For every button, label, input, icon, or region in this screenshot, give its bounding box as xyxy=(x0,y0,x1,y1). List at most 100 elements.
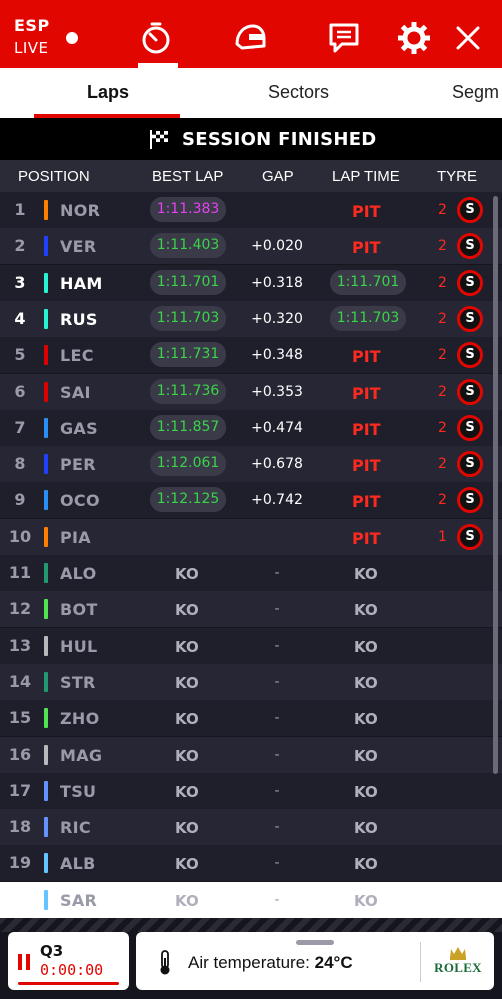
best-lap-ko: KO xyxy=(175,565,199,583)
session-name: Q3 xyxy=(40,942,64,960)
air-temperature: Air temperature: 24°C xyxy=(188,953,353,973)
air-temperature-value: 24°C xyxy=(314,953,353,972)
position-number: 9 xyxy=(14,490,26,510)
pit-status: PIT xyxy=(352,419,381,439)
lap-time-ko: KO xyxy=(354,746,378,765)
driver-code: OCO xyxy=(60,491,100,511)
team-color-bar xyxy=(44,889,48,910)
tyre-laps: 2 xyxy=(438,310,447,327)
helmet-icon[interactable] xyxy=(232,20,268,56)
col-gap: GAP xyxy=(262,168,294,185)
table-row[interactable]: 13 HUL KO - KO xyxy=(0,627,502,664)
stopwatch-icon[interactable] xyxy=(138,20,174,56)
drag-handle[interactable] xyxy=(296,940,334,945)
soft-tyre-icon: S xyxy=(457,378,483,405)
gear-icon[interactable] xyxy=(396,20,432,56)
best-lap-ko: KO xyxy=(175,673,199,692)
gap-value: - xyxy=(274,637,280,654)
best-lap-ko: KO xyxy=(175,891,199,910)
tyre-laps: 2 xyxy=(438,347,447,364)
table-row[interactable]: 2 VER 1:11.403 +0.020 PIT 2 S xyxy=(0,228,502,265)
table-row[interactable]: 8 PER 1:12.061 +0.678 PIT 2 S xyxy=(0,446,502,483)
best-lap-time: 1:11.731 xyxy=(150,342,226,368)
driver-code: BOT xyxy=(60,600,98,620)
driver-code: NOR xyxy=(60,201,101,220)
pit-status: PIT xyxy=(352,238,381,258)
driver-code: ALO xyxy=(60,564,97,583)
gap-value: +0.742 xyxy=(251,492,303,509)
col-position: POSITION xyxy=(18,168,90,185)
position-number: 14 xyxy=(8,671,32,691)
best-lap-time: 1:11.383 xyxy=(150,197,226,222)
gap-value: - xyxy=(274,819,280,836)
tyre-laps: 2 xyxy=(438,383,447,400)
table-row[interactable]: 18 RIC KO - KO xyxy=(0,809,502,846)
session-timer-card[interactable]: Q3 0:00:00 xyxy=(8,932,129,990)
position-number: 16 xyxy=(8,744,32,764)
table-row[interactable]: 4 RUS 1:11.703 +0.320 1:11.703 2 S xyxy=(0,300,502,337)
table-row[interactable]: 16 MAG KO - KO xyxy=(0,736,502,773)
scrollbar[interactable] xyxy=(493,196,498,774)
table-row[interactable]: 14 STR KO - KO xyxy=(0,663,502,700)
team-color-bar xyxy=(44,381,48,402)
team-color-bar xyxy=(44,599,48,620)
table-row[interactable]: 19 ALB KO - KO xyxy=(0,845,502,882)
table-row[interactable]: 10 PIA PIT 1 S xyxy=(0,518,502,555)
table-row[interactable]: 3 HAM 1:11.701 +0.318 1:11.701 2 S xyxy=(0,264,502,301)
best-lap-ko: KO xyxy=(175,601,199,620)
gap-value: - xyxy=(274,782,280,799)
position-number: 13 xyxy=(8,635,32,655)
sponsor-name: ROLEX xyxy=(434,960,482,975)
driver-code: STR xyxy=(60,672,96,692)
best-lap-time: 1:11.736 xyxy=(150,378,226,404)
lap-time: 1:11.703 xyxy=(330,305,406,331)
weather-card[interactable]: Air temperature: 24°C ROLEX xyxy=(136,932,494,990)
lap-time-ko: KO xyxy=(354,565,378,583)
table-row[interactable]: 12 BOT KO - KO xyxy=(0,591,502,628)
gap-value: - xyxy=(274,601,280,618)
table-row[interactable]: 7 GAS 1:11.857 +0.474 PIT 2 S xyxy=(0,409,502,446)
pause-icon[interactable] xyxy=(18,954,32,970)
soft-tyre-icon: S xyxy=(457,414,483,441)
team-color-bar xyxy=(44,780,48,801)
driver-code: ALB xyxy=(60,854,96,874)
soft-tyre-icon: S xyxy=(457,233,483,260)
tyre-laps: 1 xyxy=(438,528,447,545)
gap-value: - xyxy=(274,855,280,872)
chat-icon[interactable] xyxy=(326,20,362,56)
driver-code: PER xyxy=(60,455,96,475)
table-row[interactable]: SAR KO - KO xyxy=(0,881,502,918)
tab-bar: Laps Sectors Segm xyxy=(0,68,502,118)
col-lap-time: LAP TIME xyxy=(332,168,400,185)
tyre-laps: 2 xyxy=(438,238,447,255)
table-row[interactable]: 9 OCO 1:12.125 +0.742 PIT 2 S xyxy=(0,482,502,519)
tab-laps[interactable]: Laps xyxy=(87,82,129,103)
driver-code: RIC xyxy=(60,818,91,838)
table-row[interactable]: 5 LEC 1:11.731 +0.348 PIT 2 S xyxy=(0,337,502,374)
lap-time-ko: KO xyxy=(354,601,378,620)
soft-tyre-icon: S xyxy=(457,305,483,332)
table-row[interactable]: 1 NOR 1:11.383 PIT 2 S xyxy=(0,192,502,228)
col-tyre: TYRE xyxy=(437,168,478,185)
table-row[interactable]: 17 TSU KO - KO xyxy=(0,772,502,809)
best-lap-ko: KO xyxy=(175,710,199,729)
position-number: 12 xyxy=(8,599,32,619)
close-icon[interactable] xyxy=(452,22,484,54)
tab-sectors[interactable]: Sectors xyxy=(268,82,329,103)
team-color-bar xyxy=(44,272,48,293)
team-color-bar xyxy=(44,817,48,838)
divider xyxy=(420,942,421,982)
tab-segments[interactable]: Segm xyxy=(452,82,499,103)
table-row[interactable]: 6 SAI 1:11.736 +0.353 PIT 2 S xyxy=(0,373,502,410)
lap-time-ko: KO xyxy=(354,855,378,874)
table-row[interactable]: 11 ALO KO - KO xyxy=(0,555,502,591)
session-banner: SESSION FINISHED xyxy=(0,118,502,160)
soft-tyre-icon: S xyxy=(457,342,483,369)
table-row[interactable]: 15 ZHO KO - KO xyxy=(0,700,502,737)
soft-tyre-icon: S xyxy=(457,197,483,223)
best-lap-time: 1:11.403 xyxy=(150,233,226,259)
best-lap-time: 1:12.061 xyxy=(150,451,226,477)
col-best-lap: BEST LAP xyxy=(152,168,224,185)
best-lap-time: 1:11.701 xyxy=(150,269,226,295)
driver-code: ZHO xyxy=(60,709,100,729)
